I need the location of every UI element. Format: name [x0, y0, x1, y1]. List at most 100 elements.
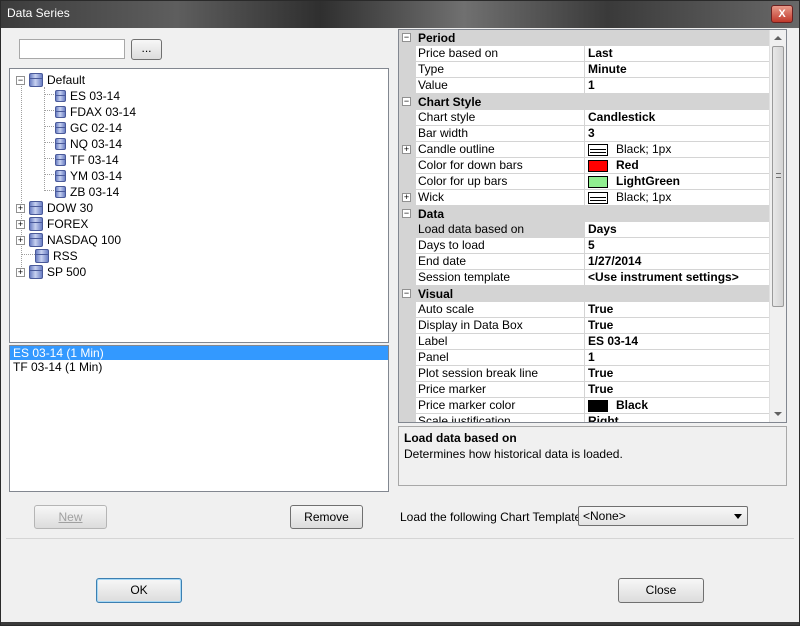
scroll-up-icon[interactable]	[774, 36, 782, 40]
tree-node-sp-500[interactable]: + SP 500	[16, 264, 86, 280]
instrument-search-input[interactable]	[19, 39, 125, 59]
property-row[interactable]: Auto scale True	[399, 302, 770, 318]
tree-node-instrument[interactable]: NQ 03-14	[55, 136, 122, 152]
expand-icon[interactable]: +	[16, 267, 25, 277]
property-row[interactable]: End date 1/27/2014	[399, 254, 770, 270]
instrument-list-tree[interactable]: − Default ES 03-14 FDAX 03-14 GC 02-14 N…	[9, 68, 389, 343]
property-row-selected[interactable]: Load data based on Days	[399, 222, 770, 238]
property-row[interactable]: + Candle outline Black; 1px	[399, 142, 770, 158]
property-value[interactable]: Black	[585, 398, 770, 414]
selected-series-list[interactable]: ES 03-14 (1 Min) TF 03-14 (1 Min)	[9, 345, 389, 492]
property-row[interactable]: Scale justification Right	[399, 414, 770, 422]
property-value[interactable]: Right	[585, 414, 770, 422]
property-row[interactable]: Type Minute	[399, 62, 770, 78]
property-value[interactable]: 3	[585, 126, 770, 142]
category-title: Visual	[418, 287, 454, 301]
tree-node-rss[interactable]: RSS	[35, 248, 78, 264]
tree-node-instrument[interactable]: TF 03-14	[55, 152, 119, 168]
title-bar[interactable]: Data Series X	[1, 1, 799, 28]
property-row[interactable]: Price based on Last	[399, 46, 770, 62]
browse-button[interactable]: ...	[131, 39, 162, 60]
property-row[interactable]: Color for down bars Red	[399, 158, 770, 174]
collapse-icon[interactable]: −	[402, 33, 411, 42]
property-row[interactable]: Plot session break line True	[399, 366, 770, 382]
color-swatch	[588, 159, 608, 172]
property-grid[interactable]: − Period Price based on Last Type Minute Va…	[398, 29, 787, 423]
property-value[interactable]: ES 03-14	[585, 334, 770, 350]
tree-node-nasdaq-100[interactable]: + NASDAQ 100	[16, 232, 121, 248]
property-value[interactable]: Last	[585, 46, 770, 62]
expand-icon[interactable]: +	[402, 145, 411, 154]
scroll-down-icon[interactable]	[774, 412, 782, 416]
property-name: Plot session break line	[416, 366, 585, 382]
property-row[interactable]: Session template <Use instrument settings…	[399, 270, 770, 286]
property-value[interactable]: True	[585, 366, 770, 382]
property-row[interactable]: Days to load 5	[399, 238, 770, 254]
collapse-icon[interactable]: −	[402, 289, 411, 298]
property-row[interactable]: Value 1	[399, 78, 770, 94]
tree-node-instrument[interactable]: YM 03-14	[55, 168, 122, 184]
property-value[interactable]: Red	[585, 158, 770, 174]
property-name: Price marker color	[416, 398, 585, 414]
property-value[interactable]: 1	[585, 78, 770, 94]
property-value[interactable]: 1/27/2014	[585, 254, 770, 270]
new-button[interactable]: New	[34, 505, 107, 529]
category-period[interactable]: − Period	[399, 30, 770, 46]
expand-icon[interactable]: +	[16, 219, 25, 229]
scroll-thumb[interactable]	[772, 46, 784, 307]
tree-node-dow-30[interactable]: + DOW 30	[16, 200, 93, 216]
property-row[interactable]: Price marker True	[399, 382, 770, 398]
collapse-icon[interactable]: −	[16, 75, 25, 85]
collapse-icon[interactable]: −	[402, 97, 411, 106]
property-row[interactable]: Display in Data Box True	[399, 318, 770, 334]
tree-connector	[44, 126, 54, 127]
tree-node-instrument[interactable]: ES 03-14	[55, 88, 120, 104]
remove-button[interactable]: Remove	[290, 505, 363, 529]
list-item[interactable]: ES 03-14 (1 Min)	[10, 346, 388, 360]
expand-icon[interactable]: +	[16, 235, 25, 245]
property-row[interactable]: Label ES 03-14	[399, 334, 770, 350]
property-value[interactable]: 1	[585, 350, 770, 366]
ok-button[interactable]: OK	[96, 578, 182, 603]
tree-node-instrument[interactable]: ZB 03-14	[55, 184, 119, 200]
expand-icon[interactable]: +	[16, 203, 25, 213]
property-value[interactable]: <Use instrument settings>	[585, 270, 770, 286]
close-button[interactable]: Close	[618, 578, 704, 603]
window-close-icon[interactable]: X	[771, 5, 793, 23]
property-value[interactable]: True	[585, 382, 770, 398]
instrument-icon	[55, 106, 66, 118]
tree-node-default[interactable]: − Default	[16, 72, 85, 88]
property-value[interactable]: True	[585, 318, 770, 334]
property-value-text: Black; 1px	[616, 190, 672, 204]
property-row[interactable]: Bar width 3	[399, 126, 770, 142]
collapse-icon[interactable]: −	[402, 209, 411, 218]
property-row[interactable]: Panel 1	[399, 350, 770, 366]
tree-node-forex[interactable]: + FOREX	[16, 216, 88, 232]
category-visual[interactable]: − Visual	[399, 286, 770, 302]
property-grid-scrollbar[interactable]	[769, 30, 786, 422]
property-name: Load data based on	[416, 222, 585, 238]
tree-connector	[44, 190, 54, 191]
tree-node-instrument[interactable]: GC 02-14	[55, 120, 122, 136]
instrument-icon	[55, 138, 66, 150]
property-value[interactable]: Minute	[585, 62, 770, 78]
category-data[interactable]: − Data	[399, 206, 770, 222]
property-row[interactable]: + Wick Black; 1px	[399, 190, 770, 206]
property-value[interactable]: Days	[585, 222, 770, 238]
property-value[interactable]: Black; 1px	[585, 190, 770, 206]
expand-icon[interactable]: +	[402, 193, 411, 202]
property-value[interactable]: 5	[585, 238, 770, 254]
chart-template-select[interactable]: <None>	[578, 506, 748, 526]
list-item[interactable]: TF 03-14 (1 Min)	[10, 360, 388, 374]
property-row[interactable]: Price marker color Black	[399, 398, 770, 414]
property-value[interactable]: True	[585, 302, 770, 318]
property-row[interactable]: Color for up bars LightGreen	[399, 174, 770, 190]
new-button-label: New	[58, 510, 83, 524]
property-value[interactable]: Black; 1px	[585, 142, 770, 158]
tree-node-instrument[interactable]: FDAX 03-14	[55, 104, 136, 120]
category-chart-style[interactable]: − Chart Style	[399, 94, 770, 110]
property-row[interactable]: Chart style Candlestick	[399, 110, 770, 126]
property-value[interactable]: Candlestick	[585, 110, 770, 126]
window-title: Data Series	[7, 6, 70, 20]
property-value[interactable]: LightGreen	[585, 174, 770, 190]
